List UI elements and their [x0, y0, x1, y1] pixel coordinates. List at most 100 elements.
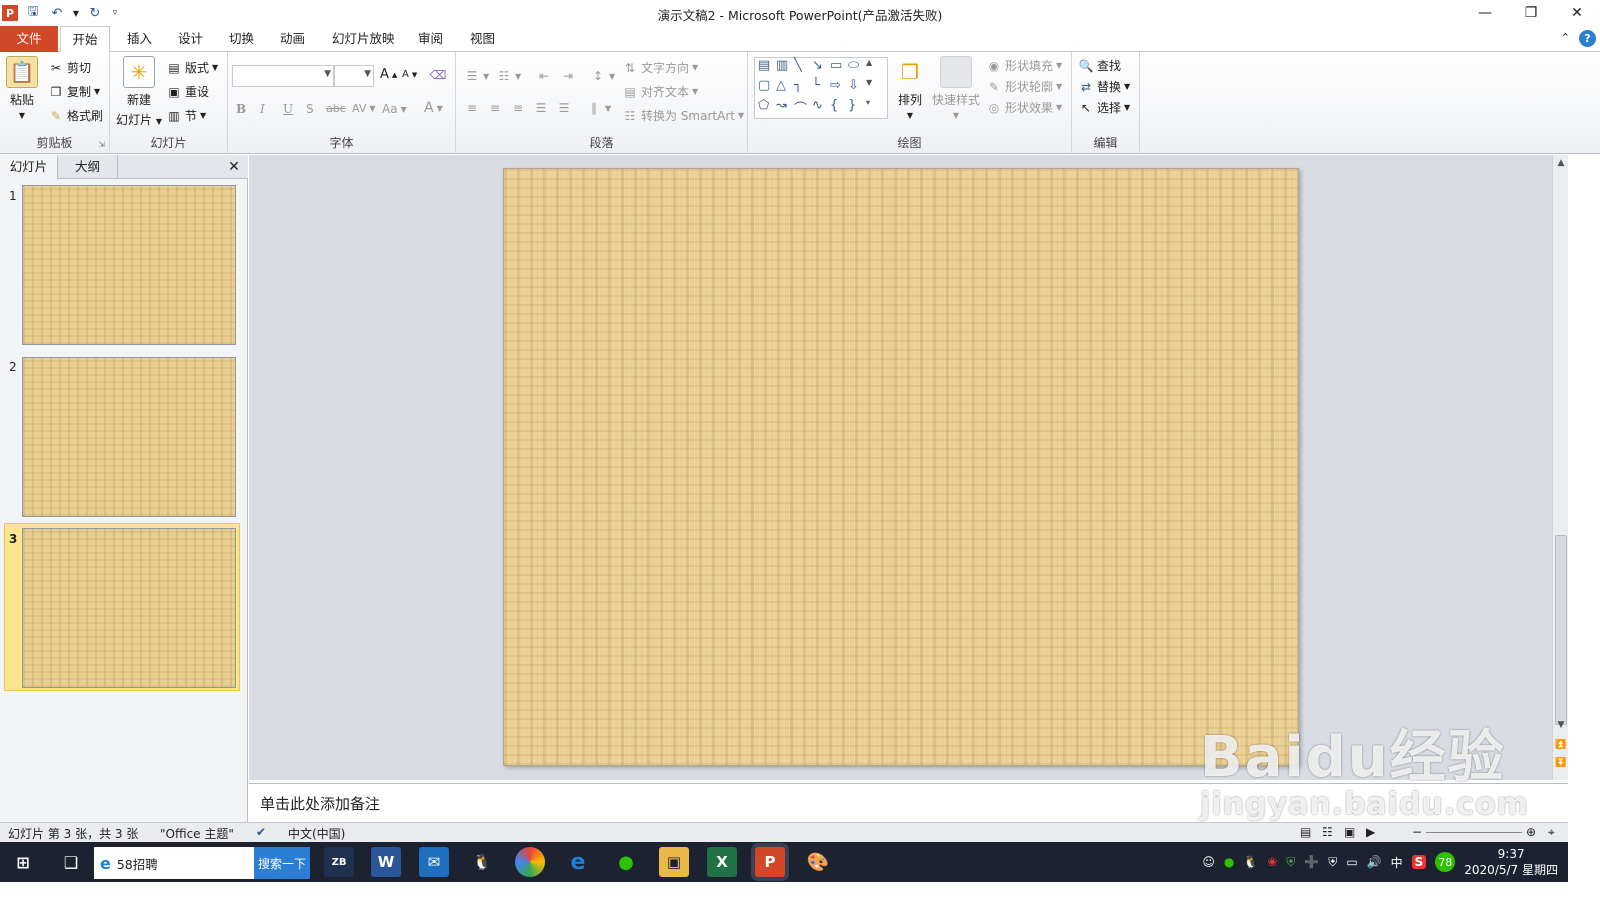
task-view-icon[interactable]: ❑ — [56, 847, 86, 877]
zoom-slider[interactable] — [1426, 832, 1522, 833]
font-size-combo[interactable]: ▼ — [334, 65, 374, 87]
zoom-in-icon[interactable]: ⊕ — [1526, 825, 1536, 839]
tab-slideshow[interactable]: 幻灯片放映 — [320, 26, 407, 52]
scroll-up-icon[interactable]: ▲ — [1553, 155, 1569, 171]
text-direction-button[interactable]: ⇅ 文字方向 ▼ — [622, 59, 698, 76]
shadow-button[interactable]: S — [306, 102, 314, 116]
qq-tray-icon[interactable]: 🐧 — [1243, 855, 1258, 869]
network-icon[interactable]: ▭ — [1346, 855, 1357, 869]
distribute-button[interactable]: ☰ — [556, 100, 572, 116]
normal-view-icon[interactable]: ▤ — [1300, 825, 1311, 839]
find-button[interactable]: 🔍 查找 — [1078, 57, 1122, 74]
decrease-indent-button[interactable]: ⇤ — [536, 68, 552, 84]
language-status[interactable]: 中文(中国) — [288, 825, 345, 842]
grow-font-button[interactable]: A ▲ — [380, 67, 397, 82]
tab-home[interactable]: 开始 — [60, 26, 110, 53]
shrink-font-button[interactable]: A ▼ — [402, 69, 417, 80]
ie-icon[interactable]: e — [563, 847, 593, 877]
tray-app-icon[interactable]: ❀ — [1267, 855, 1277, 869]
gallery-more-icon[interactable]: ▾ — [866, 98, 884, 118]
scrollbar-thumb[interactable] — [1555, 535, 1567, 725]
layout-button[interactable]: ▤ 版式 ▼ — [166, 59, 218, 76]
tab-file[interactable]: 文件 — [0, 26, 58, 52]
word-icon[interactable]: W — [371, 847, 401, 877]
tab-insert[interactable]: 插入 — [115, 26, 164, 52]
reset-button[interactable]: ▣ 重设 — [166, 83, 209, 100]
brace-right-shape-icon[interactable]: } — [848, 98, 866, 118]
right-arrow-shape-icon[interactable]: ⇨ — [830, 78, 848, 98]
roundrect-shape-icon[interactable]: ▢ — [758, 78, 776, 98]
copy-button[interactable]: ❐ 复制 ▼ — [48, 83, 101, 100]
taskbar-search-box[interactable]: e 58招聘 — [94, 847, 254, 879]
spell-check-icon[interactable]: ✔ — [256, 825, 266, 839]
undo-icon[interactable]: ↶ — [48, 4, 66, 22]
defender-icon[interactable]: ⛨ — [1328, 855, 1337, 870]
rect-shape-icon[interactable]: ▭ — [830, 58, 848, 78]
clipboard-launcher-icon[interactable]: ⇲ — [98, 140, 105, 149]
curve-shape-icon[interactable]: ∿ — [812, 98, 830, 118]
gallery-up-icon[interactable]: ▲ — [866, 58, 884, 78]
current-slide[interactable] — [503, 168, 1299, 766]
textbox-shape-icon[interactable]: ▤ — [758, 58, 776, 78]
tab-review[interactable]: 审阅 — [406, 26, 455, 52]
help-icon[interactable]: ? — [1579, 30, 1596, 47]
shape-effects-button[interactable]: ◎ 形状效果 ▼ — [986, 99, 1062, 116]
tab-animations[interactable]: 动画 — [268, 26, 317, 52]
chrome-icon[interactable] — [515, 847, 545, 877]
shape-outline-button[interactable]: ✎ 形状轮廓 ▼ — [986, 78, 1062, 95]
search-button[interactable]: 搜索一下 — [254, 847, 310, 879]
format-painter-button[interactable]: ✎ 格式刷 — [48, 107, 103, 124]
change-case-button[interactable]: Aa ▼ — [382, 102, 407, 116]
strikethrough-button[interactable]: abc — [326, 102, 346, 115]
clear-format-button[interactable]: ⌫ — [430, 67, 447, 83]
bold-button[interactable]: B — [236, 102, 246, 116]
undo-dropdown-icon[interactable]: ▼ — [72, 4, 80, 22]
tab-slides-panel[interactable]: 幻灯片 — [0, 155, 58, 179]
save-icon[interactable]: 🖫 — [24, 4, 42, 22]
close-panel-icon[interactable]: ✕ — [226, 155, 242, 179]
people-icon[interactable]: ☺ — [1202, 855, 1215, 869]
font-name-combo[interactable]: ▼ — [232, 65, 334, 87]
select-button[interactable]: ↖ 选择 ▼ — [1078, 99, 1130, 116]
italic-button[interactable]: I — [260, 102, 265, 116]
justify-button[interactable]: ☰ — [533, 100, 549, 116]
paint-icon[interactable]: 🎨 — [803, 847, 833, 877]
numbering-button[interactable]: ☷ ▼ — [496, 68, 522, 84]
redo-icon[interactable]: ↻ — [86, 4, 104, 22]
cut-button[interactable]: ✂ 剪切 — [48, 59, 91, 76]
clock[interactable]: 9:37 2020/5/7 星期四 — [1464, 846, 1558, 878]
pentagon-shape-icon[interactable]: ⬠ — [758, 98, 776, 118]
bullets-button[interactable]: ☰ ▼ — [464, 68, 490, 84]
increase-indent-button[interactable]: ⇥ — [560, 68, 576, 84]
wechat-tray-icon[interactable]: ● — [1224, 855, 1234, 869]
shapes-gallery[interactable]: ▤ ▥ ╲ ↘ ▭ ⬭ ▲ ▢ △ ┐ └ ⇨ ⇩ ▼ ⬠ ↝ ⌒ ∿{} ▾ — [754, 57, 888, 119]
elbow-shape-icon[interactable]: ┐ — [794, 78, 812, 98]
sorter-view-icon[interactable]: ☷ — [1322, 825, 1333, 839]
slideshow-view-icon[interactable]: ▶ — [1366, 825, 1375, 839]
down-arrow-shape-icon[interactable]: ⇩ — [848, 78, 866, 98]
previous-slide-icon[interactable]: ⏫ — [1553, 737, 1569, 753]
char-spacing-button[interactable]: AV ▼ — [352, 102, 376, 115]
plus-tray-icon[interactable]: ➕ — [1304, 855, 1319, 869]
powerpoint-taskbar-icon[interactable]: P — [755, 847, 785, 877]
qq-icon[interactable]: 🐧 — [467, 847, 497, 877]
arrow-line-shape-icon[interactable]: ↘ — [812, 58, 830, 78]
scroll-down-icon[interactable]: ▼ — [1553, 717, 1569, 733]
slide-thumbnail-3[interactable] — [22, 528, 236, 688]
smartart-button[interactable]: ☷ 转换为 SmartArt ▼ — [622, 107, 745, 124]
align-left-button[interactable]: ≡ — [464, 100, 480, 116]
tab-design[interactable]: 设计 — [166, 26, 215, 52]
new-slide-button[interactable]: ✳ 新建 幻灯片 ▼ — [116, 56, 162, 128]
zoom-out-icon[interactable]: − — [1412, 825, 1422, 839]
theme-status[interactable]: "Office 主题" — [160, 825, 234, 842]
freeform-shape-icon[interactable]: ↝ — [776, 98, 794, 118]
fit-to-window-icon[interactable]: ⌖ — [1548, 825, 1555, 840]
excel-icon[interactable]: X — [707, 847, 737, 877]
shield-icon[interactable]: ⛨ — [1286, 855, 1295, 870]
notes-placeholder[interactable]: 单击此处添加备注 — [260, 793, 380, 814]
brace-left-shape-icon[interactable]: { — [830, 98, 848, 118]
quick-styles-button[interactable]: 快速样式 ▼ — [932, 56, 980, 120]
tab-transitions[interactable]: 切换 — [217, 26, 266, 52]
vertical-scrollbar[interactable]: ▲ ▼ ⏫ ⏬ — [1552, 155, 1568, 780]
close-button[interactable]: ✕ — [1554, 0, 1600, 26]
